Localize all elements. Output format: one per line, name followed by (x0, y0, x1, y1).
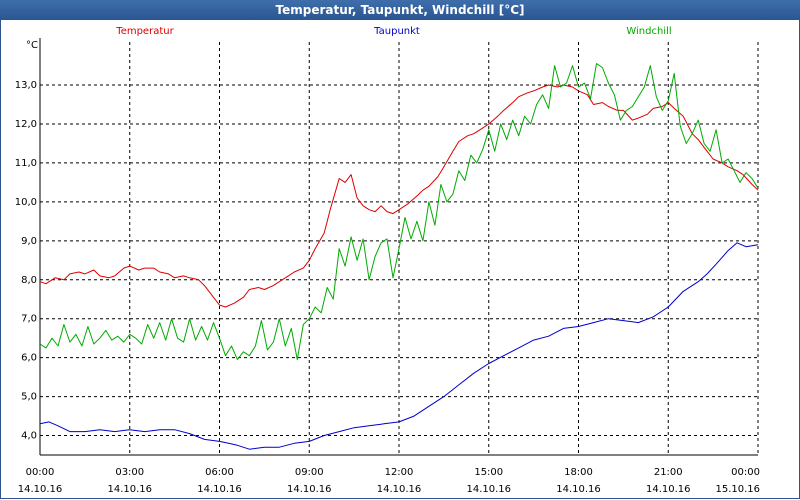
y-tick-label: 12,0 (15, 119, 37, 130)
x-tick-time: 00:00 (731, 467, 760, 478)
legend-item-taupunkt: Taupunkt (373, 26, 420, 37)
x-tick-date: 14.10.16 (18, 484, 63, 495)
x-tick-date: 14.10.16 (646, 484, 691, 495)
x-tick-time: 12:00 (385, 467, 414, 478)
x-tick-date: 14.10.16 (287, 484, 332, 495)
y-tick-label: 5,0 (21, 392, 37, 403)
x-tick-date: 15.10.16 (715, 484, 760, 495)
y-axis-unit: °C (26, 40, 38, 51)
x-tick-time: 00:00 (26, 467, 55, 478)
x-tick-date: 14.10.16 (107, 484, 152, 495)
x-tick-date: 14.10.16 (466, 484, 511, 495)
x-tick-date: 14.10.16 (556, 484, 601, 495)
x-tick-date: 14.10.16 (197, 484, 242, 495)
y-tick-label: 9,0 (21, 236, 37, 247)
x-tick-time: 06:00 (205, 467, 234, 478)
y-tick-label: 4,0 (21, 431, 37, 442)
x-tick-date: 14.10.16 (377, 484, 422, 495)
x-tick-time: 18:00 (564, 467, 593, 478)
x-tick-time: 09:00 (295, 467, 324, 478)
y-tick-label: 6,0 (21, 353, 37, 364)
legend-item-windchill: Windchill (626, 26, 671, 37)
chart-canvas: 4,0 5,0 6,0 7,0 8,0 9,0 10,0 11,0 12,0 13,0 00:00 1… (15, 26, 760, 495)
series-line-taupunkt (39, 242, 759, 450)
axis-layer: 4,0 5,0 6,0 7,0 8,0 9,0 10,0 11,0 12,0 13,0 00:00 1… (15, 38, 760, 495)
y-tick-label: 13,0 (15, 80, 37, 91)
y-tick-label: 11,0 (15, 158, 37, 169)
series-line-temperatur (39, 84, 759, 308)
legend-item-temperatur: Temperatur (115, 26, 174, 37)
x-tick-time: 03:00 (115, 467, 144, 478)
x-tick-time: 21:00 (654, 467, 683, 478)
y-tick-label: 7,0 (21, 314, 37, 325)
x-tick-time: 15:00 (474, 467, 503, 478)
y-tick-label: 10,0 (15, 197, 37, 208)
y-tick-label: 8,0 (21, 275, 37, 286)
legend-layer: Temperatur Taupunkt Windchill (115, 26, 671, 37)
